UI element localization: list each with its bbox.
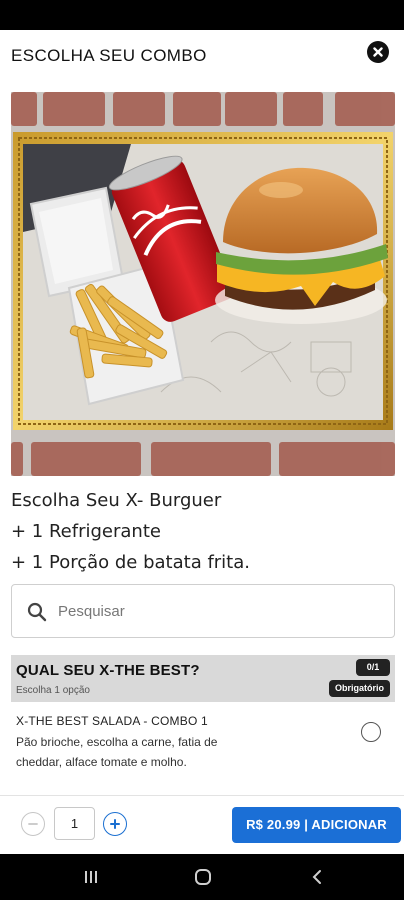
description-line-2: + 1 Refrigerante: [11, 521, 161, 542]
back-icon: [312, 870, 321, 884]
recents-icon: [85, 871, 97, 883]
system-nav-bar: [0, 854, 404, 900]
group-subtitle: Escolha 1 opção: [16, 685, 90, 696]
combo-sheet: ESCOLHA SEU COMBO Escolha Seu X- Burguer…: [0, 30, 404, 854]
home-icon: [195, 869, 211, 885]
option-description: Pão brioche, escolha a carne, fatia de c…: [16, 735, 218, 769]
close-button[interactable]: [367, 41, 389, 63]
increase-quantity-button[interactable]: [103, 812, 127, 836]
search-icon: [27, 602, 47, 622]
description-line-3: + 1 Porção de batata frita.: [11, 552, 250, 573]
recents-button[interactable]: [80, 867, 102, 887]
description-line-1: Escolha Seu X- Burguer: [11, 490, 222, 511]
option-name: X-THE BEST SALADA - COMBO 1: [16, 714, 208, 728]
search-input[interactable]: [56, 585, 376, 637]
sheet-header: ESCOLHA SEU COMBO: [0, 30, 404, 84]
quantity-input[interactable]: 1: [54, 807, 95, 840]
group-title: QUAL SEU X-THE BEST?: [16, 662, 200, 679]
add-to-cart-footer: 1 R$ 20.99 | ADICIONAR: [0, 795, 404, 854]
required-badge: Obrigatório: [329, 680, 390, 697]
combo-product-image: [11, 92, 395, 476]
combo-photo: [11, 92, 395, 476]
option-group-header: QUAL SEU X-THE BEST? Escolha 1 opção 0/1…: [11, 655, 395, 702]
close-circle-icon: [373, 47, 383, 57]
add-to-cart-button[interactable]: R$ 20.99 | ADICIONAR: [232, 807, 401, 843]
back-button[interactable]: [306, 867, 328, 887]
option-radio[interactable]: [361, 722, 381, 742]
option-item[interactable]: X-THE BEST SALADA - COMBO 1 Pão brioche,…: [11, 707, 395, 777]
decrease-quantity-button[interactable]: [21, 812, 45, 836]
combo-description: Escolha Seu X- Burguer + 1 Refrigerante …: [11, 485, 395, 578]
selection-count-badge: 0/1: [356, 659, 390, 676]
minus-icon: [28, 823, 38, 825]
page-title: ESCOLHA SEU COMBO: [11, 46, 207, 65]
search-box: [11, 584, 395, 638]
home-button[interactable]: [192, 867, 214, 887]
plus-icon: [110, 819, 120, 829]
status-bar: [0, 0, 404, 30]
